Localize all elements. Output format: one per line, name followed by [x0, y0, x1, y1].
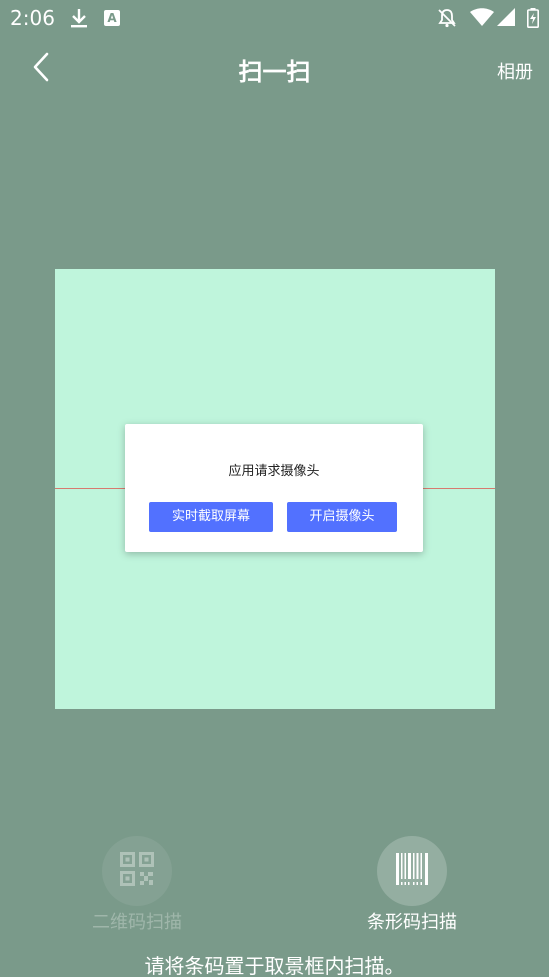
dialog-message: 应用请求摄像头 [228, 464, 320, 479]
signal-icon [497, 8, 517, 30]
barcode-scan-mode[interactable]: 条形码扫描 [342, 836, 482, 934]
barcode-mode-label: 条形码扫描 [367, 912, 457, 933]
scan-screen: 2:06 A 扫一扫 相册 应用请求摄像头 实时截取屏幕 开启摄像头 二维码扫描… [0, 0, 549, 977]
camera-permission-dialog: 应用请求摄像头 实时截取屏幕 开启摄像头 [125, 424, 423, 552]
scan-hint: 请将条码置于取景框内扫描。 [144, 954, 405, 977]
qr-scan-mode[interactable]: 二维码扫描 [67, 836, 207, 934]
barcode-icon [394, 851, 430, 891]
page-title: 扫一扫 [238, 58, 311, 86]
qr-code-icon [120, 852, 154, 890]
a-app-icon: A [104, 10, 120, 26]
open-camera-button[interactable]: 开启摄像头 [287, 502, 397, 532]
bell-off-icon [437, 8, 457, 32]
screen-capture-button[interactable]: 实时截取屏幕 [149, 502, 273, 532]
battery-charging-icon [527, 8, 539, 32]
download-icon [70, 8, 88, 32]
wifi-icon [470, 8, 494, 30]
status-bar: 2:06 A [0, 0, 549, 38]
qr-mode-label: 二维码扫描 [92, 912, 182, 933]
album-button[interactable]: 相册 [497, 58, 533, 84]
status-time: 2:06 [10, 6, 55, 30]
barcode-mode-circle [377, 836, 447, 906]
qr-mode-circle [102, 836, 172, 906]
